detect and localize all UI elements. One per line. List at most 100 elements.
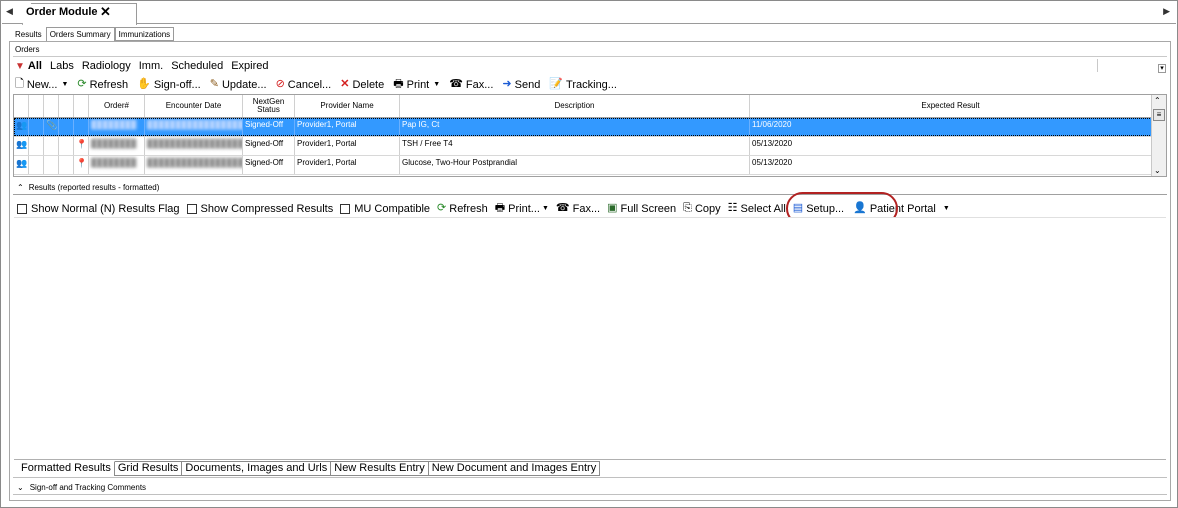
status-cell: Signed-Off [243, 118, 295, 136]
column-encounter-date[interactable]: Encounter Date [145, 95, 243, 117]
row-blank-cell [59, 137, 74, 155]
results-section-header[interactable]: ⌃ Results (reported results - formatted) [17, 183, 159, 192]
table-row[interactable]: 👥 📍 ████████ ██████████████████ Signed-O… [14, 137, 1152, 156]
row-attach-cell [44, 156, 59, 174]
column-nextgen-status[interactable]: NextGen Status [243, 95, 295, 117]
setup-label: Setup... [806, 202, 845, 215]
copy-icon: ⎘ [683, 202, 692, 214]
new-button[interactable]: 🗋 New... [15, 79, 57, 91]
grid-scrollbar[interactable]: ⌃ ≡ ⌄ [1151, 95, 1166, 176]
new-label: New... [26, 78, 58, 91]
tab-grid-results[interactable]: Grid Results [114, 461, 183, 476]
print-label: Print [406, 78, 430, 91]
column-expected-result[interactable]: Expected Result [750, 95, 1152, 117]
signoff-button[interactable]: ✋ Sign-off... [137, 79, 201, 91]
column-order-number[interactable]: Order# [89, 95, 145, 117]
patient-portal-dropdown-icon[interactable]: ▼ [943, 205, 950, 212]
tab-new-document-images-entry[interactable]: New Document and Images Entry [428, 461, 601, 476]
show-normal-checkbox[interactable]: Show Normal (N) Results Flag [17, 203, 180, 215]
results-refresh-button[interactable]: ⟳ Refresh [437, 203, 488, 215]
filter-expired[interactable]: Expired [231, 60, 268, 72]
expand-chevron-icon[interactable]: ⌄ [17, 483, 24, 492]
tracking-button[interactable]: 📝 Tracking... [549, 79, 617, 91]
printer-icon: 🖶 [494, 202, 506, 214]
order-module-window: ◀ Order Module ✕ ▶ Results Orders Summar… [0, 0, 1178, 508]
paperclip-icon[interactable]: 📎 [46, 120, 57, 130]
filter-all[interactable]: All [28, 60, 42, 72]
results-section-title: Results (reported results - formatted) [28, 183, 160, 192]
printer-icon: 🖶 [393, 78, 404, 90]
column-description[interactable]: Description [400, 95, 750, 117]
delete-icon: ✕ [340, 78, 350, 90]
scroll-left-icon[interactable]: ◀ [6, 6, 13, 17]
fax-icon: ☎ [449, 78, 463, 90]
fax-button[interactable]: ☎ Fax... [449, 79, 493, 91]
setup-icon: ▤ [792, 202, 804, 214]
column-provider-name[interactable]: Provider Name [295, 95, 400, 117]
tab-results[interactable]: Results [11, 27, 46, 41]
setup-button[interactable]: ▤ Setup... [793, 203, 844, 215]
scroll-thumb[interactable]: ≡ [1153, 109, 1165, 121]
row-blank-cell [29, 137, 44, 155]
results-content-panel[interactable] [14, 217, 1166, 460]
results-fax-button[interactable]: ☎ Fax... [556, 203, 600, 215]
show-normal-label: Show Normal (N) Results Flag [31, 202, 180, 215]
table-row[interactable]: 👥 📎 ████████ ██████████████████ Signed-O… [14, 118, 1152, 137]
refresh-button[interactable]: ⟳ Refresh [77, 79, 128, 91]
scroll-up-icon[interactable]: ⌃ [1154, 96, 1161, 105]
cancel-button[interactable]: ⊘ Cancel... [276, 79, 332, 91]
cancel-label: Cancel... [287, 78, 332, 91]
tab-orders-summary[interactable]: Orders Summary [45, 27, 115, 41]
show-compressed-checkbox[interactable]: Show Compressed Results [186, 203, 333, 215]
scroll-down-icon[interactable]: ⌄ [1154, 166, 1161, 175]
collapse-chevron-icon[interactable]: ⌃ [17, 183, 24, 192]
row-blank-cell [59, 118, 74, 136]
tracking-icon: 📝 [549, 78, 564, 90]
delete-label: Delete [352, 78, 385, 91]
checkbox-box[interactable] [340, 203, 351, 214]
header-cell-pin [74, 95, 89, 117]
checkbox-box[interactable] [186, 203, 197, 214]
table-row[interactable]: 👥 📍 ████████ ██████████████████ Signed-O… [14, 156, 1152, 175]
signoff-section-header[interactable]: ⌄ Sign-off and Tracking Comments [17, 483, 146, 492]
print-dropdown-icon[interactable]: ▼ [542, 205, 549, 212]
results-print-button[interactable]: 🖶 Print... [495, 203, 540, 215]
print-label: Print... [508, 202, 540, 215]
expected-result-cell: 05/13/2020 [750, 156, 1152, 174]
header-cell-blank [59, 95, 74, 117]
overflow-chevron-icon[interactable]: ▾ [1158, 64, 1166, 73]
location-pin-icon[interactable]: 📍 [76, 158, 87, 168]
close-icon[interactable]: ✕ [100, 4, 111, 20]
tab-formatted-results[interactable]: Formatted Results [17, 461, 115, 476]
update-button[interactable]: ✎ Update... [210, 79, 267, 91]
tab-new-results-entry[interactable]: New Results Entry [331, 461, 429, 476]
location-pin-icon[interactable]: 📍 [76, 139, 87, 149]
patient-results-icon: 👥 [16, 139, 28, 149]
filter-radiology[interactable]: Radiology [82, 60, 131, 72]
new-document-icon: 🗋 [15, 78, 24, 90]
subtab-strip: Results Orders Summary Immunizations [11, 27, 175, 41]
filter-labs[interactable]: Labs [50, 60, 74, 72]
refresh-icon: ⟳ [77, 78, 87, 90]
header-cell-blank [29, 95, 44, 117]
checkbox-box[interactable] [17, 203, 27, 214]
print-button[interactable]: 🖶 Print [393, 79, 429, 91]
filter-imm[interactable]: Imm. [139, 60, 163, 72]
copy-button[interactable]: ⎘ Copy [683, 203, 721, 215]
send-button[interactable]: ➜ Send [502, 79, 540, 91]
module-tab-title[interactable]: Order Module [26, 6, 98, 18]
new-dropdown-icon[interactable]: ▼ [61, 81, 68, 88]
scroll-right-icon[interactable]: ▶ [1163, 6, 1170, 17]
description-cell: Glucose, Two-Hour Postprandial [400, 156, 750, 174]
print-dropdown-icon[interactable]: ▼ [433, 81, 440, 88]
refresh-icon: ⟳ [437, 202, 447, 214]
tab-immunizations[interactable]: Immunizations [114, 27, 175, 41]
row-pin-cell: 📍 [74, 137, 89, 155]
patient-portal-button[interactable]: 👤 Patient Portal [853, 203, 936, 215]
tab-documents-images-urls[interactable]: Documents, Images and Urls [182, 461, 332, 476]
mu-compatible-checkbox[interactable]: MU Compatible [340, 203, 430, 215]
select-all-button[interactable]: ☷ Select All [728, 203, 786, 215]
filter-scheduled[interactable]: Scheduled [171, 60, 223, 72]
delete-button[interactable]: ✕ Delete [340, 79, 384, 91]
full-screen-button[interactable]: ▣ Full Screen [607, 203, 676, 215]
